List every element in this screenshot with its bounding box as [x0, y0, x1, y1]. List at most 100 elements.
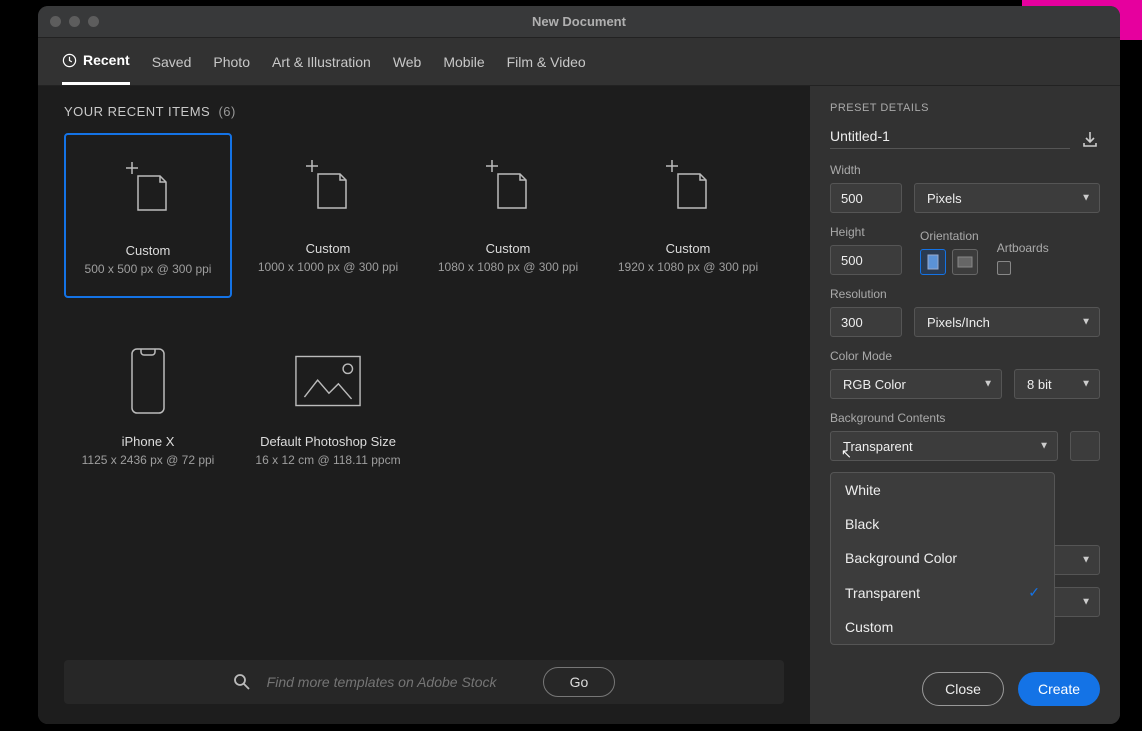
close-button[interactable]: Close	[922, 672, 1004, 706]
tab-label: Mobile	[443, 54, 484, 70]
save-preset-icon[interactable]	[1080, 129, 1100, 149]
tab-film[interactable]: Film & Video	[507, 38, 586, 85]
tab-web[interactable]: Web	[393, 38, 422, 85]
width-input[interactable]	[830, 183, 902, 213]
background-contents-select[interactable]: Transparent ▼ ↖	[830, 431, 1058, 461]
clock-icon	[62, 53, 77, 68]
phone-icon	[115, 348, 181, 414]
zoom-window-icon[interactable]	[88, 16, 99, 27]
recent-header: YOUR RECENT ITEMS (6)	[38, 86, 810, 129]
bit-depth-select[interactable]: 8 bit ▼	[1014, 369, 1100, 399]
background-contents-dropdown: White Black Background Color Transparent…	[830, 472, 1055, 645]
document-icon	[475, 155, 541, 221]
dropdown-option-black[interactable]: Black	[831, 507, 1054, 541]
preset-sub: 1920 x 1080 px @ 300 ppi	[618, 260, 758, 274]
preset-sub: 500 x 500 px @ 300 ppi	[85, 262, 212, 276]
preset-details-panel: PRESET DETAILS Width Pixels ▼ Height	[810, 86, 1120, 724]
chevron-down-icon: ▼	[1081, 597, 1091, 608]
tab-label: Art & Illustration	[272, 54, 371, 70]
artboards-checkbox[interactable]	[997, 261, 1011, 275]
orientation-portrait-button[interactable]	[920, 249, 946, 275]
select-value: Pixels/Inch	[927, 315, 990, 330]
preset-item[interactable]: Custom 1920 x 1080 px @ 300 ppi	[604, 133, 772, 298]
document-icon	[655, 155, 721, 221]
search-icon	[233, 673, 251, 691]
preset-title: Custom	[126, 243, 171, 258]
tab-saved[interactable]: Saved	[152, 38, 192, 85]
chevron-down-icon: ▼	[1039, 441, 1049, 452]
dropdown-option-custom[interactable]: Custom	[831, 610, 1054, 644]
stock-search: Go	[64, 660, 784, 704]
color-mode-label: Color Mode	[830, 349, 1100, 363]
chevron-down-icon: ▼	[1081, 379, 1091, 390]
preset-item[interactable]: iPhone X 1125 x 2436 px @ 72 ppi	[64, 326, 232, 491]
recent-header-label: YOUR RECENT ITEMS	[64, 104, 210, 119]
width-label: Width	[830, 163, 1100, 177]
preset-grid: Custom 500 x 500 px @ 300 ppi Custom 100…	[38, 129, 810, 650]
tab-photo[interactable]: Photo	[213, 38, 250, 85]
tab-label: Web	[393, 54, 422, 70]
tab-recent[interactable]: Recent	[62, 38, 130, 85]
preset-item[interactable]: Custom 1000 x 1000 px @ 300 ppi	[244, 133, 412, 298]
close-window-icon[interactable]	[50, 16, 61, 27]
chevron-down-icon: ▼	[1081, 193, 1091, 204]
select-value: 8 bit	[1027, 377, 1052, 392]
tab-mobile[interactable]: Mobile	[443, 38, 484, 85]
preset-sub: 1080 x 1080 px @ 300 ppi	[438, 260, 578, 274]
orientation-label: Orientation	[920, 229, 979, 243]
preset-title: Custom	[666, 241, 711, 256]
select-value: Transparent	[843, 439, 913, 454]
dropdown-option-white[interactable]: White	[831, 473, 1054, 507]
dropdown-option-bgcolor[interactable]: Background Color	[831, 541, 1054, 575]
height-label: Height	[830, 225, 902, 239]
new-document-dialog: New Document Recent Saved Photo Art & Il…	[38, 6, 1120, 724]
dropdown-option-transparent[interactable]: Transparent	[831, 575, 1054, 610]
category-tabs: Recent Saved Photo Art & Illustration We…	[38, 38, 1120, 86]
preset-sub: 1000 x 1000 px @ 300 ppi	[258, 260, 398, 274]
minimize-window-icon[interactable]	[69, 16, 80, 27]
select-value: Pixels	[927, 191, 962, 206]
resolution-input[interactable]	[830, 307, 902, 337]
preset-title: Default Photoshop Size	[260, 434, 396, 449]
preset-item[interactable]: Custom 500 x 500 px @ 300 ppi	[64, 133, 232, 298]
portrait-icon	[927, 254, 939, 270]
tab-label: Saved	[152, 54, 192, 70]
chevron-down-icon: ▼	[983, 379, 993, 390]
select-value: RGB Color	[843, 377, 906, 392]
preset-details-header: PRESET DETAILS	[830, 102, 1100, 114]
titlebar: New Document	[38, 6, 1120, 38]
tab-label: Film & Video	[507, 54, 586, 70]
preset-item[interactable]: Custom 1080 x 1080 px @ 300 ppi	[424, 133, 592, 298]
document-name-input[interactable]	[830, 128, 1070, 149]
create-button[interactable]: Create	[1018, 672, 1100, 706]
preset-title: Custom	[486, 241, 531, 256]
chevron-down-icon: ▼	[1081, 317, 1091, 328]
tab-label: Recent	[83, 52, 130, 68]
recent-count: (6)	[218, 104, 235, 119]
preset-title: iPhone X	[122, 434, 175, 449]
preset-title: Custom	[306, 241, 351, 256]
orientation-landscape-button[interactable]	[952, 249, 978, 275]
color-mode-select[interactable]: RGB Color ▼	[830, 369, 1002, 399]
width-unit-select[interactable]: Pixels ▼	[914, 183, 1100, 213]
dialog-title: New Document	[38, 14, 1120, 29]
stock-go-button[interactable]: Go	[543, 667, 616, 697]
window-controls	[50, 16, 99, 27]
preset-sub: 16 x 12 cm @ 118.11 ppcm	[255, 453, 400, 467]
chevron-down-icon: ▼	[1081, 555, 1091, 566]
stock-search-input[interactable]	[267, 674, 527, 690]
tab-label: Photo	[213, 54, 250, 70]
document-icon	[295, 155, 361, 221]
background-color-swatch[interactable]	[1070, 431, 1100, 461]
document-icon	[115, 157, 181, 223]
landscape-icon	[957, 256, 973, 268]
preset-sub: 1125 x 2436 px @ 72 ppi	[82, 453, 215, 467]
recent-panel: YOUR RECENT ITEMS (6) Custom 500 x 500 p…	[38, 86, 810, 724]
resolution-unit-select[interactable]: Pixels/Inch ▼	[914, 307, 1100, 337]
tab-art[interactable]: Art & Illustration	[272, 38, 371, 85]
image-icon	[295, 348, 361, 414]
artboards-label: Artboards	[997, 241, 1049, 255]
height-input[interactable]	[830, 245, 902, 275]
preset-item[interactable]: Default Photoshop Size 16 x 12 cm @ 118.…	[244, 326, 412, 491]
background-contents-label: Background Contents	[830, 411, 1100, 425]
